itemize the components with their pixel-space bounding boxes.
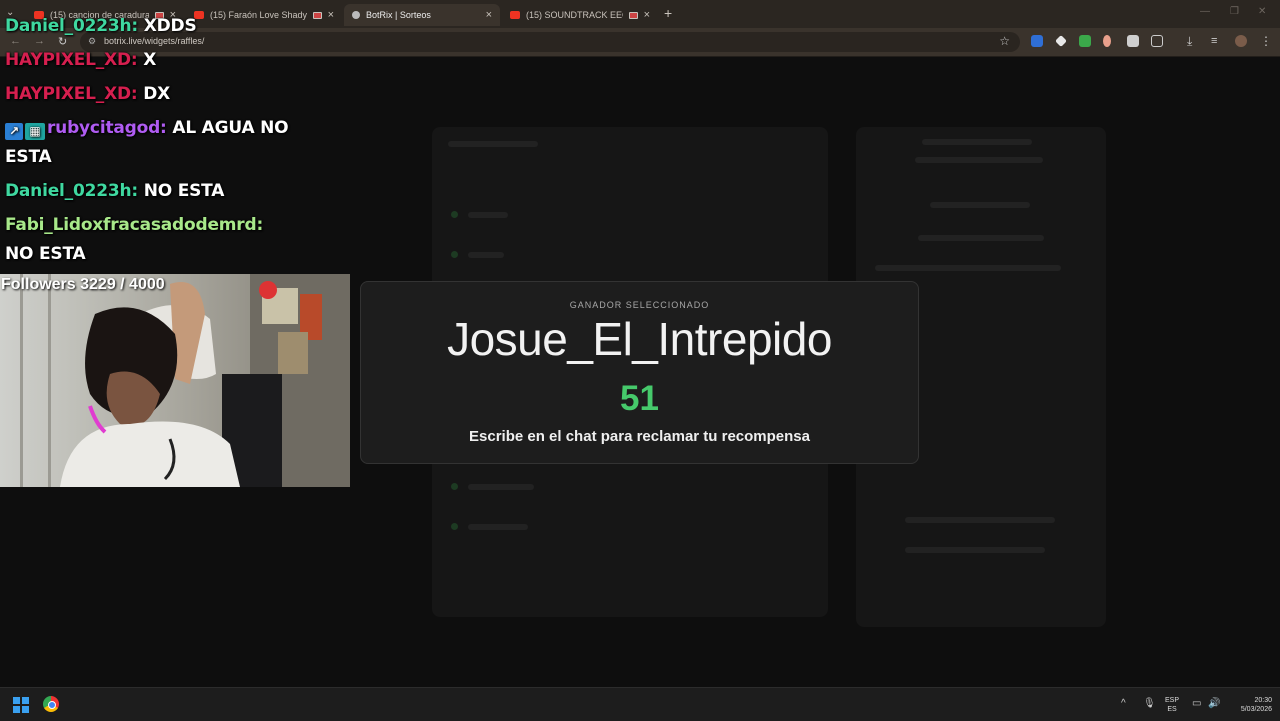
placeholder-line <box>468 212 508 218</box>
chat-message: Fabi_Lidoxfracasadodemrd: <box>5 215 263 235</box>
tab-title: BotRix | Sorteos <box>366 10 431 20</box>
winner-dialog: GANADOR SELECCIONADO Josue_El_Intrepido … <box>360 281 919 464</box>
window-close-icon[interactable]: ✕ <box>1258 6 1266 17</box>
claim-instructions: Escribe en el chat para reclamar tu reco… <box>469 428 810 445</box>
chat-username: Daniel_0223h: <box>5 181 138 201</box>
url-text: botrix.live/widgets/raffles/ <box>104 36 205 46</box>
followers-goal-label: Followers 3229 / 4000 <box>1 276 165 293</box>
back-icon[interactable]: ← <box>10 35 21 47</box>
extension-icon[interactable] <box>1127 35 1139 47</box>
tab-title: (15) Faraón Love Shady x M <box>210 10 307 20</box>
menu-kebab-icon[interactable]: ⋮ <box>1260 35 1272 47</box>
chat-text: AL AGUA NO <box>172 118 289 138</box>
chat-message: ↗ ▦ rubycitagod: AL AGUA NO <box>5 118 289 140</box>
reading-list-icon[interactable]: ≡ <box>1211 35 1223 47</box>
chat-username: HAYPIXEL_XD: <box>5 50 138 70</box>
chat-text: DX <box>143 84 171 104</box>
extension-icon[interactable] <box>1079 35 1091 47</box>
placeholder-line <box>468 252 504 258</box>
chat-text: NO ESTA <box>5 244 86 264</box>
tab-close-icon[interactable]: × <box>486 9 492 21</box>
extension-icon[interactable] <box>1031 35 1043 47</box>
winner-name: Josue_El_Intrepido <box>447 313 832 365</box>
webcam-feed <box>0 274 350 487</box>
placeholder-line <box>448 141 538 147</box>
chat-username: Daniel_0223h: <box>5 16 138 36</box>
status-dot <box>451 483 458 490</box>
chat-username: HAYPIXEL_XD: <box>5 84 138 104</box>
botrix-icon <box>352 11 360 19</box>
chat-message: Daniel_0223h: NO ESTA <box>5 181 224 201</box>
chat-message: Daniel_0223h: XDDS <box>5 16 197 36</box>
chat-username: rubycitagod: <box>47 118 167 138</box>
placeholder-line <box>918 235 1044 241</box>
chat-message-continuation: ESTA <box>5 147 52 167</box>
new-tab-button[interactable]: + <box>664 5 672 21</box>
chat-badges: ↗ ▦ <box>5 120 47 140</box>
input-language[interactable]: ESP ES <box>1162 696 1182 714</box>
placeholder-line <box>915 157 1043 163</box>
chrome-app-icon[interactable] <box>43 696 59 712</box>
badge-icon: ▦ <box>25 123 45 140</box>
placeholder-line <box>922 139 1032 145</box>
profile-avatar[interactable] <box>1235 35 1247 47</box>
download-icon[interactable]: ⤓ <box>1187 35 1199 47</box>
youtube-icon <box>510 11 520 19</box>
streamer-illustration <box>60 274 350 487</box>
winner-eyebrow: GANADOR SELECCIONADO <box>569 300 710 310</box>
language-code: ESP <box>1164 697 1179 704</box>
status-dot <box>451 211 458 218</box>
windows-start-icon[interactable] <box>13 697 29 713</box>
tab-close-icon[interactable]: × <box>644 9 650 21</box>
audio-icon <box>312 11 322 19</box>
tab-title: (15) SOUNDTRACK EEG | TR <box>526 10 623 20</box>
placeholder-line <box>468 524 528 530</box>
placeholder-line <box>930 202 1030 208</box>
badge-icon: ↗ <box>5 123 23 140</box>
network-icon[interactable]: ▭ <box>1192 698 1201 709</box>
chat-text: ESTA <box>5 147 52 167</box>
chat-message: HAYPIXEL_XD: X <box>5 50 156 70</box>
windows-taskbar: ^ 🎙 ESP ES ▭ 🔊 20:30 5/03/2026 <box>0 687 1280 721</box>
clock-date: 5/03/2026 <box>1240 706 1272 713</box>
chat-message-continuation: NO ESTA <box>5 244 86 264</box>
clock-time: 20:30 <box>1254 697 1272 704</box>
placeholder-line <box>468 484 534 490</box>
minimize-icon[interactable]: — <box>1200 6 1210 17</box>
chat-username: Fabi_Lidoxfracasadodemrd: <box>5 215 264 235</box>
chat-text: XDDS <box>143 16 197 36</box>
chat-text: NO ESTA <box>143 181 225 201</box>
system-clock[interactable]: 20:30 5/03/2026 <box>1226 696 1272 714</box>
audio-icon <box>628 11 638 19</box>
forward-icon[interactable]: → <box>34 35 45 47</box>
tab-close-icon[interactable]: × <box>328 9 334 21</box>
browser-tab[interactable]: (15) Faraón Love Shady x M × <box>186 4 342 26</box>
volume-icon[interactable]: 🔊 <box>1208 698 1220 709</box>
browser-tab[interactable]: (15) SOUNDTRACK EEG | TR × <box>502 4 658 26</box>
reload-icon[interactable]: ↻ <box>58 35 67 48</box>
placeholder-line <box>875 265 1061 271</box>
microphone-icon[interactable]: 🎙 <box>1143 698 1156 709</box>
chat-message: HAYPIXEL_XD: DX <box>5 84 170 104</box>
site-info-icon[interactable]: ⚙ <box>88 36 96 47</box>
status-dot <box>451 523 458 530</box>
placeholder-line <box>905 547 1045 553</box>
extension-icon[interactable] <box>1103 35 1111 47</box>
winner-countdown: 51 <box>620 379 659 418</box>
placeholder-line <box>905 517 1055 523</box>
tray-overflow-icon[interactable]: ^ <box>1121 698 1126 709</box>
address-bar[interactable]: ⚙ botrix.live/widgets/raffles/ ☆ <box>80 32 1020 52</box>
keyboard-layout: ES <box>1167 706 1177 713</box>
status-dot <box>451 251 458 258</box>
browser-tab-active[interactable]: BotRix | Sorteos × <box>344 4 500 26</box>
chat-text: X <box>143 50 157 70</box>
bookmark-star-icon[interactable]: ☆ <box>999 34 1010 48</box>
extensions-puzzle-icon[interactable] <box>1151 35 1163 47</box>
maximize-icon[interactable]: ❐ <box>1230 6 1239 17</box>
